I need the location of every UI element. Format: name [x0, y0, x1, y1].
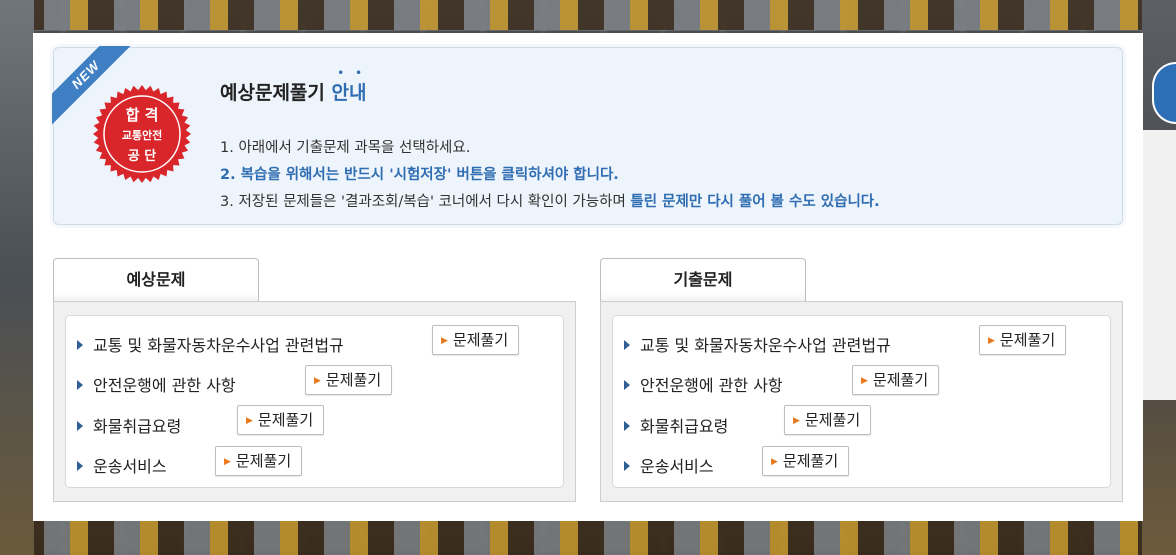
- subject-label: 화물취급요령: [93, 417, 182, 436]
- subject-label: 교통 및 화물자동차운수사업 관련법규: [93, 336, 344, 355]
- background-left: [0, 0, 34, 555]
- solve-button-label: 문제풀기: [257, 411, 314, 429]
- bullet-arrow-icon: [77, 380, 83, 390]
- background-bottom: [0, 519, 1176, 555]
- solve-button-label: 문제풀기: [872, 371, 929, 389]
- solve-button-label: 문제풀기: [452, 331, 509, 349]
- solve-button[interactable]: ▶ 문제풀기: [305, 365, 393, 395]
- solve-button[interactable]: ▶ 문제풀기: [852, 365, 940, 395]
- solve-button-label: 문제풀기: [782, 452, 839, 470]
- expected-questions-list: 교통 및 화물자동차운수사업 관련법규 ▶ 문제풀기 안전운행에 관한 사항 ▶ 문…: [65, 315, 564, 488]
- arrow-right-icon: ▶: [314, 376, 321, 386]
- arrow-right-icon: ▶: [224, 457, 231, 467]
- arrow-right-icon: ▶: [793, 416, 800, 426]
- main-panel: NEW 합 격 교통안전 공 단 예상문제풀기 안내 1. 아래에서 기출문제 …: [33, 33, 1143, 521]
- seal-line3: 공 단: [127, 149, 157, 164]
- solve-button[interactable]: ▶ 문제풀기: [432, 325, 520, 355]
- subject-label: 운송서비스: [93, 457, 167, 476]
- arrow-right-icon: ▶: [861, 376, 868, 386]
- list-item: 교통 및 화물자동차운수사업 관련법규: [624, 332, 891, 362]
- subject-label: 교통 및 화물자동차운수사업 관련법규: [640, 336, 891, 355]
- list-item: 화물취급요령: [624, 413, 728, 443]
- bullet-arrow-icon: [77, 421, 83, 431]
- solve-button-label: 문제풀기: [235, 452, 292, 470]
- bullet-arrow-icon: [624, 461, 630, 471]
- seal-line1: 합 격: [125, 106, 159, 124]
- arrow-right-icon: ▶: [246, 416, 253, 426]
- list-item: 운송서비스: [77, 453, 167, 483]
- expected-questions-body: 교통 및 화물자동차운수사업 관련법규 ▶ 문제풀기 안전운행에 관한 사항 ▶ 문…: [53, 301, 576, 502]
- solve-button-label: 문제풀기: [325, 371, 382, 389]
- background-top: [0, 0, 1176, 30]
- background-right: [1142, 0, 1176, 555]
- subject-label: 안전운행에 관한 사항: [640, 376, 783, 395]
- list-item: 교통 및 화물자동차운수사업 관련법규: [77, 332, 344, 362]
- info-line-1: 1. 아래에서 기출문제 과목을 선택하세요.: [220, 140, 471, 156]
- info-line-2: 2. 복습을 위해서는 반드시 '시험저장' 버튼을 클릭하셔야 합니다.: [220, 167, 619, 183]
- side-floating-button[interactable]: [1152, 62, 1176, 124]
- bullet-arrow-icon: [624, 421, 630, 431]
- seal-text: 합 격 교통안전 공 단: [92, 84, 192, 184]
- solve-button[interactable]: ▶ 문제풀기: [979, 325, 1067, 355]
- info-title: 예상문제풀기 안내: [220, 78, 366, 105]
- info-box: NEW 합 격 교통안전 공 단 예상문제풀기 안내 1. 아래에서 기출문제 …: [52, 46, 1123, 225]
- past-questions-list: 교통 및 화물자동차운수사업 관련법규 ▶ 문제풀기 안전운행에 관한 사항 ▶ 문…: [612, 315, 1111, 488]
- bullet-arrow-icon: [624, 380, 630, 390]
- info-line-3-bold: 틀린 문제만 다시 풀어 볼 수도 있습니다.: [630, 194, 880, 210]
- solve-button[interactable]: ▶ 문제풀기: [784, 405, 872, 435]
- list-item: 안전운행에 관한 사항: [624, 372, 783, 402]
- solve-button-label: 문제풀기: [999, 331, 1056, 349]
- side-panel: [1142, 130, 1176, 400]
- list-item: 안전운행에 관한 사항: [77, 372, 236, 402]
- arrow-right-icon: ▶: [771, 457, 778, 467]
- info-line-3-plain: 3. 저장된 문제들은 '결과조회/복습' 코너에서 다시 확인이 가능하며: [220, 194, 631, 210]
- seal-line2: 교통안전: [121, 129, 163, 142]
- subject-label: 운송서비스: [640, 457, 714, 476]
- tab-expected-questions[interactable]: 예상문제: [53, 258, 259, 301]
- past-questions-body: 교통 및 화물자동차운수사업 관련법규 ▶ 문제풀기 안전운행에 관한 사항 ▶ 문…: [600, 301, 1123, 502]
- expected-questions-section: 예상문제 교통 및 화물자동차운수사업 관련법규 ▶ 문제풀기 안전운행에 관한 …: [53, 258, 576, 502]
- bullet-arrow-icon: [77, 340, 83, 350]
- info-title-accent: 안내: [332, 82, 367, 104]
- info-title-main: 예상문제풀기: [220, 82, 332, 104]
- solve-button[interactable]: ▶ 문제풀기: [762, 446, 850, 476]
- past-questions-section: 기출문제 교통 및 화물자동차운수사업 관련법규 ▶ 문제풀기 안전운행에 관한 …: [600, 258, 1123, 502]
- info-line-3: 3. 저장된 문제들은 '결과조회/복습' 코너에서 다시 확인이 가능하며 틀…: [220, 190, 880, 211]
- subject-label: 안전운행에 관한 사항: [93, 376, 236, 395]
- bullet-arrow-icon: [77, 461, 83, 471]
- list-item: 운송서비스: [624, 453, 714, 483]
- solve-button-label: 문제풀기: [804, 411, 861, 429]
- solve-button[interactable]: ▶ 문제풀기: [215, 446, 303, 476]
- tab-past-questions[interactable]: 기출문제: [600, 258, 806, 301]
- list-item: 화물취급요령: [77, 413, 181, 443]
- arrow-right-icon: ▶: [988, 336, 995, 346]
- arrow-right-icon: ▶: [441, 336, 448, 346]
- solve-button[interactable]: ▶ 문제풀기: [237, 405, 325, 435]
- subject-label: 화물취급요령: [640, 417, 729, 436]
- bullet-arrow-icon: [624, 340, 630, 350]
